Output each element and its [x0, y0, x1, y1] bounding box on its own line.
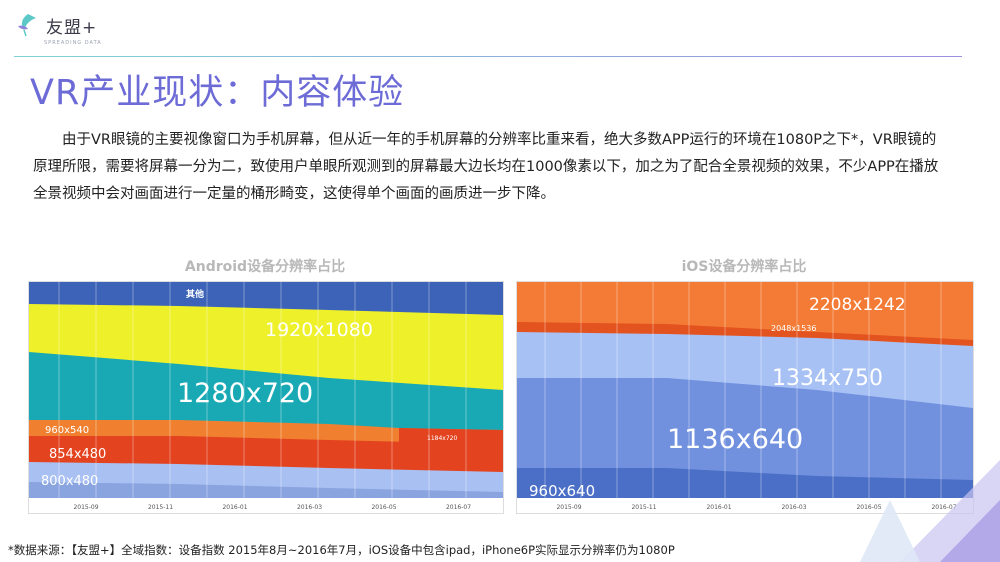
ios-label-2048x1536: 2048x1536	[771, 324, 816, 333]
android-x-tick-label: 2016-07	[446, 504, 471, 511]
ios-x-tick-label: 2016-05	[856, 504, 881, 511]
brand-logo: 友盟+	[14, 12, 97, 38]
ios-chart-title: iOS设备分辨率占比	[681, 259, 807, 275]
android-x-tick-label: 2015-09	[73, 504, 98, 511]
android-label-854x480: 854x480	[49, 447, 106, 462]
footnote: *数据来源：【友盟+】全域指数：设备指数 2015年8月~2016年7月，iOS…	[8, 543, 675, 557]
ios-x-tick-label: 2016-07	[931, 504, 956, 511]
ios-x-tick-label: 2015-11	[631, 504, 656, 511]
ios-x-tick-label: 2015-09	[556, 504, 581, 511]
ios-label-960x640: 960x640	[529, 482, 595, 500]
header-divider	[14, 56, 962, 57]
android-x-tick-label: 2015-11	[148, 504, 173, 511]
slide-title: VR产业现状：内容体验	[30, 73, 405, 113]
android-label-1920x1080: 1920x1080	[265, 319, 373, 341]
leaf-logo-icon	[18, 14, 36, 37]
ios-x-tick-label: 2016-01	[706, 504, 731, 511]
android-x-tick-label: 2016-05	[371, 504, 396, 511]
ios-label-2208x1242: 2208x1242	[809, 295, 906, 315]
ios-label-1334x750: 1334x750	[772, 366, 883, 391]
android-chart: 其他 1920x1080 1280x720 960x540 1184x720 8…	[28, 281, 504, 514]
logo-subtitle: SPREADING DATA	[44, 40, 102, 46]
android-label-other: 其他	[186, 288, 204, 300]
android-chart-title: Android设备分辨率占比	[184, 259, 346, 275]
ios-label-1136x640: 1136x640	[667, 424, 803, 455]
ios-axis-band	[517, 498, 973, 513]
android-x-tick-label: 2016-03	[297, 504, 322, 511]
android-label-960x540: 960x540	[45, 425, 89, 436]
body-paragraph: 由于VR眼镜的主要视像窗口为手机屏幕，但从近一年的手机屏幕的分辨率比重来看，绝大…	[33, 132, 939, 202]
android-axis-band	[29, 498, 503, 513]
android-label-800x480: 800x480	[41, 474, 98, 489]
android-label-1184x720: 1184x720	[427, 435, 457, 442]
ios-chart: 2208x1242 2048x1536 1334x750 1136x640 96…	[516, 281, 974, 514]
android-label-1280x720: 1280x720	[177, 378, 313, 409]
ios-x-tick-label: 2016-03	[781, 504, 806, 511]
logo-text: 友盟+	[46, 17, 98, 38]
android-x-tick-label: 2016-01	[222, 504, 247, 511]
